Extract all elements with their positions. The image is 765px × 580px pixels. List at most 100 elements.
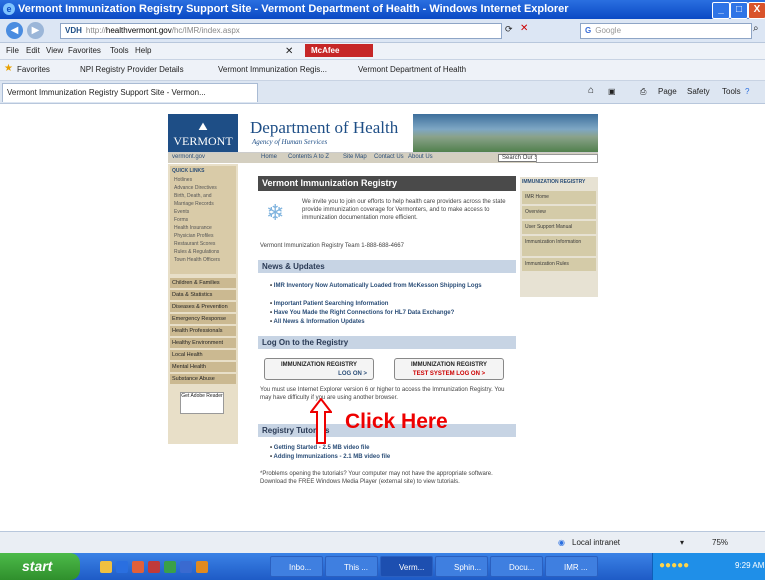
quick-link[interactable]: Town Health Officers [174,256,232,264]
nav-healthy-environment[interactable]: Healthy Environment [170,338,236,348]
quick-links: QUICK LINKS Hotlines Advance Directives … [170,166,236,274]
quick-link[interactable]: Hotlines [174,176,232,184]
tools-menu[interactable]: Tools [722,87,741,96]
department-title: Department of Health [250,118,399,137]
sidebar-item-imr-home[interactable]: IMR Home [522,191,596,204]
quicklaunch-folder-icon[interactable] [100,561,112,573]
quick-link[interactable]: Advance Directives [174,184,232,192]
menubar: File Edit View Favorites Tools Help ✕ Mc… [0,43,765,60]
safety-menu[interactable]: Safety [687,87,710,96]
quick-link[interactable]: Rules & Regulations [174,248,232,256]
nav-sitemap[interactable]: Site Map [343,154,367,160]
quick-link[interactable]: Restaurant Scores [174,240,232,248]
favorites-button[interactable]: Favorites [17,65,50,74]
quicklaunch-ie-icon[interactable] [116,561,128,573]
quicklaunch-excel-icon[interactable] [164,561,176,573]
search-input[interactable]: G Google [580,23,752,39]
tray-icons[interactable]: ●●●●● [659,560,689,571]
news-item[interactable]: All News & Information Updates [270,318,365,326]
nav-children-families[interactable]: Children & Families [170,278,236,288]
task-imr[interactable]: IMR ... [545,556,598,577]
nav-data-statistics[interactable]: Data & Statistics [170,290,236,300]
quick-link[interactable]: Forms [174,216,232,224]
refresh-icon[interactable]: ⟳ [505,24,513,35]
quick-link[interactable]: Birth, Death, and Marriage Records [174,192,232,208]
forward-icon[interactable]: ▶ [27,22,44,39]
nav-vermont-gov[interactable]: vermont.gov [172,154,205,160]
nav-home[interactable]: Home [261,154,277,160]
page-menu[interactable]: Page [658,87,677,96]
menu-help[interactable]: Help [135,46,151,55]
nav-contact[interactable]: Contact Us [374,154,404,160]
print-icon[interactable]: ⎙ [640,87,646,97]
nav-diseases-prevention[interactable]: Diseases & Prevention [170,302,236,312]
adobe-reader-badge[interactable]: Get Adobe Reader [180,392,224,414]
back-icon[interactable]: ◀ [6,22,23,39]
quick-link[interactable]: Health Insurance [174,224,232,232]
quicklaunch-word-icon[interactable] [180,561,192,573]
close-toolbar-icon[interactable]: ✕ [285,46,293,57]
quick-link[interactable]: Physician Profiles [174,232,232,240]
task-this[interactable]: This ... [325,556,378,577]
active-tab[interactable]: Vermont Immunization Registry Support Si… [2,83,258,102]
news-item[interactable]: IMR Inventory Now Automatically Loaded f… [270,282,510,290]
minimize-button[interactable]: _ [712,2,730,19]
menu-view[interactable]: View [46,46,63,55]
feeds-icon[interactable]: ▣ [608,87,616,96]
task-inbox[interactable]: Inbo... [270,556,323,577]
news-item[interactable]: Important Patient Searching Information [270,300,389,308]
site-search-input[interactable] [536,154,598,163]
menu-tools[interactable]: Tools [110,46,129,55]
help-icon[interactable]: ? [745,87,749,96]
vermont-logo[interactable]: ⛰ VERMONT [168,114,238,152]
close-button[interactable]: X [748,2,765,19]
task-document[interactable]: Docu... [490,556,543,577]
page-viewport: ⛰ VERMONT Department of Health Agency of… [0,104,765,531]
start-button[interactable]: start [0,553,80,580]
mcafee-button[interactable]: McAfee [305,44,373,57]
window-titlebar: e Vermont Immunization Registry Support … [0,0,765,19]
status-bar: ◉ Local intranet ▾ 75% [0,531,765,554]
sidebar-item-user-manual[interactable]: User Support Manual [522,221,596,234]
quick-link[interactable]: Events [174,208,232,216]
nav-about[interactable]: About Us [408,154,433,160]
quicklaunch-outlook-icon[interactable] [196,561,208,573]
quicklaunch-app-icon[interactable] [132,561,144,573]
tutorial-link[interactable]: Adding Immunizations - 2.1 MB video file [270,453,391,461]
nav-local-health[interactable]: Local Health [170,350,236,360]
protected-mode-icon[interactable]: ▾ [680,538,684,547]
sidebar-item-rules[interactable]: Immunization Rules [522,258,596,271]
registry-test-logon-button[interactable]: IMMUNIZATION REGISTRY TEST SYSTEM LOG ON… [394,358,504,380]
stop-icon[interactable]: ✕ [520,23,528,34]
task-vermont[interactable]: Verm... [380,556,433,577]
zoom-level[interactable]: 75% [712,538,728,547]
favorite-link-immunization[interactable]: Vermont Immunization Regis... [218,65,327,74]
maximize-button[interactable]: □ [730,2,748,19]
sidebar-item-info[interactable]: Immunization Information [522,236,596,256]
search-icon[interactable]: ⌕ [753,23,759,34]
news-item[interactable]: Have You Made the Right Connections for … [270,309,454,317]
nav-emergency-response[interactable]: Emergency Response [170,314,236,324]
tutorial-link[interactable]: Getting Started - 2.5 MB video file [270,444,370,452]
logon-button-sub: LOG ON > [338,371,367,377]
address-field[interactable]: VDH http://healthvermont.gov/hc/IMR/index… [60,23,502,39]
nav-mental-health[interactable]: Mental Health [170,362,236,372]
registry-logon-button[interactable]: IMMUNIZATION REGISTRY LOG ON > [264,358,374,380]
nav-contents[interactable]: Contents A to Z [288,154,329,160]
task-sphinx[interactable]: Sphin... [435,556,488,577]
favorite-link-npi[interactable]: NPI Registry Provider Details [80,65,184,74]
quicklaunch-pdf-icon[interactable] [148,561,160,573]
menu-edit[interactable]: Edit [26,46,40,55]
sidebar-item-overview[interactable]: Overview [522,206,596,219]
clock: 9:29 AM [735,561,765,570]
url-host: healthvermont.gov [105,26,172,35]
home-icon[interactable]: ⌂ [588,85,594,96]
nav-health-professionals[interactable]: Health Professionals [170,326,236,336]
menu-favorites[interactable]: Favorites [68,46,101,55]
nav-substance-abuse[interactable]: Substance Abuse [170,374,236,384]
favorites-bar: ★ Favorites NPI Registry Provider Detail… [0,60,765,81]
favorite-link-health-dept[interactable]: Vermont Department of Health [358,65,466,74]
news-heading: News & Updates [258,260,516,273]
agency-subtitle: Agency of Human Services [252,138,328,146]
menu-file[interactable]: File [6,46,19,55]
